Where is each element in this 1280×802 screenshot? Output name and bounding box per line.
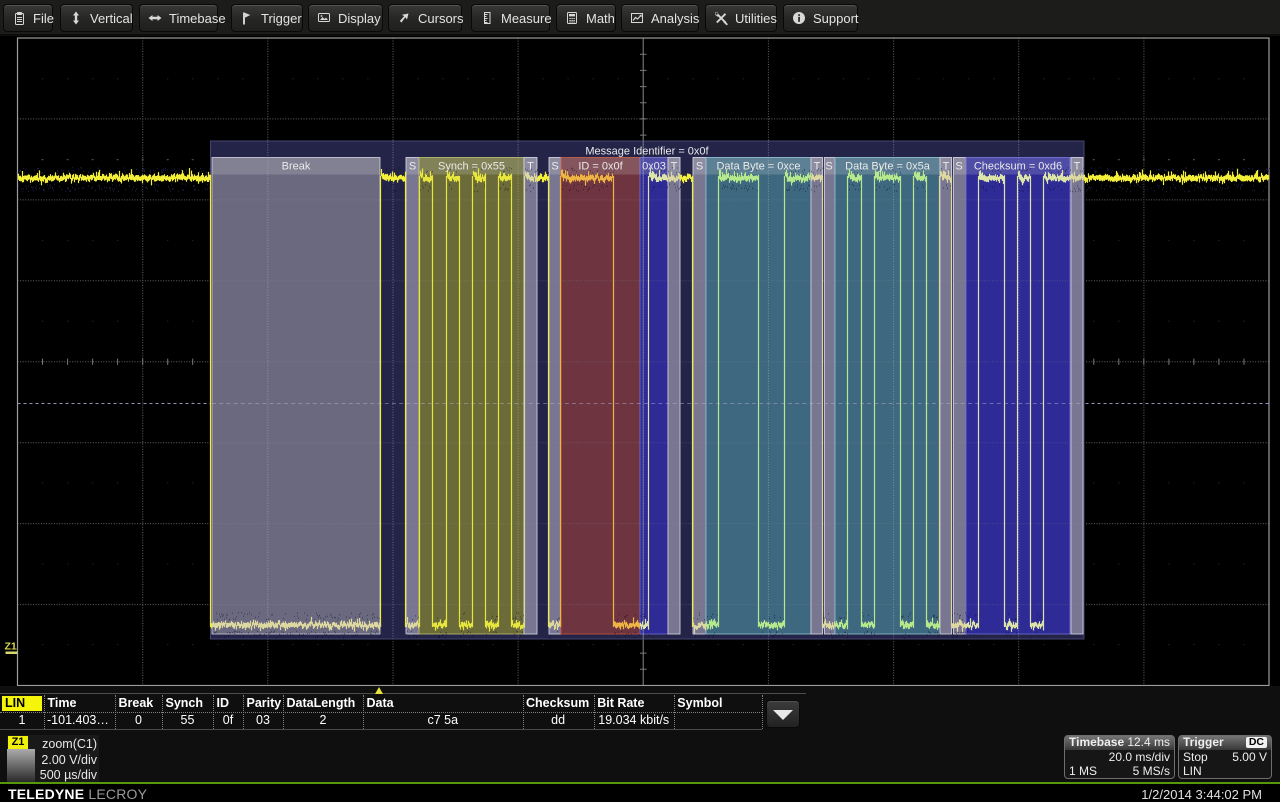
svg-text:Data Byte = 0x5a: Data Byte = 0x5a [845,161,931,173]
svg-text:Checksum = 0xd6: Checksum = 0xd6 [974,161,1062,173]
svg-text:S: S [825,161,832,173]
svg-text:Message Identifier = 0x0f: Message Identifier = 0x0f [585,146,709,158]
svg-text:ID = 0x0f: ID = 0x0f [578,161,623,173]
svg-text:Z1: Z1 [5,641,17,653]
svg-text:T: T [527,161,534,173]
svg-text:Break: Break [282,161,311,173]
svg-text:Synch = 0x55: Synch = 0x55 [438,161,505,173]
svg-text:S: S [409,161,416,173]
svg-text:T: T [671,161,678,173]
svg-text:S: S [551,161,558,173]
svg-text:T: T [814,161,821,173]
svg-text:0x03: 0x03 [642,161,666,173]
svg-text:S: S [955,161,962,173]
svg-text:T: T [1074,161,1081,173]
svg-text:Data Byte = 0xce: Data Byte = 0xce [716,161,800,173]
svg-text:T: T [943,161,950,173]
svg-text:S: S [696,161,703,173]
